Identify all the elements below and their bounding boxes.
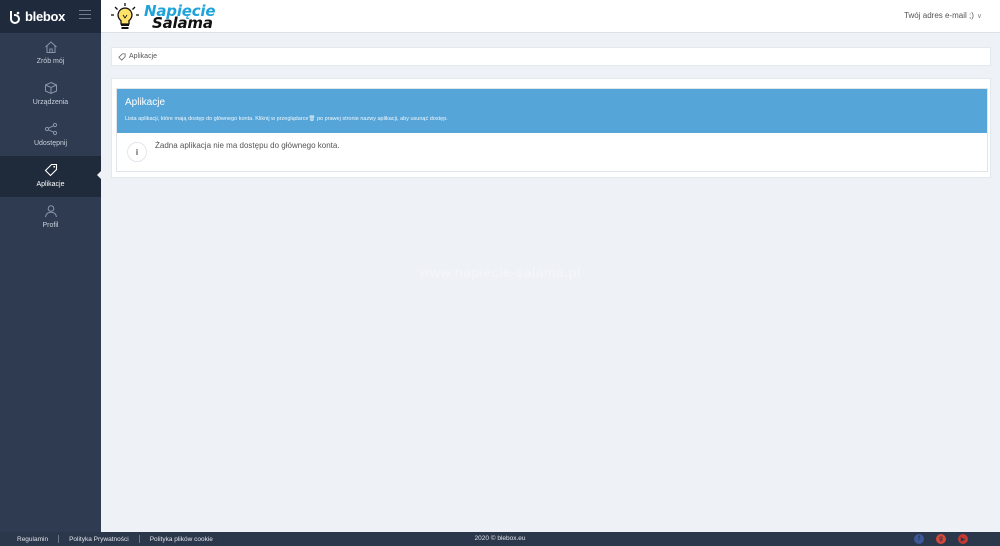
sidebar-item-label: Aplikacje <box>36 181 65 188</box>
footer-link-cookies[interactable]: Polityka plików cookie <box>150 536 213 543</box>
blebox-logo-icon <box>10 10 20 24</box>
home-icon <box>44 39 58 54</box>
footer-links: Regulamin Polityka Prywatności Polityka … <box>0 535 213 543</box>
sidebar-item-label: Udostępnij <box>33 140 68 147</box>
chevron-down-icon: ∨ <box>976 13 982 20</box>
menu-toggle-icon[interactable] <box>79 10 91 22</box>
blebox-logo[interactable]: blebox <box>0 9 65 24</box>
top-bar: blebox Napięcie Salama Twój adres e-mail <box>0 0 1000 33</box>
sidebar-item-label: Urządzenia <box>32 99 69 106</box>
logo-text-salama: Salama <box>152 14 213 32</box>
footer: Regulamin Polityka Prywatności Polityka … <box>0 532 1000 546</box>
brand-area: blebox <box>0 0 101 33</box>
applications-panel: Aplikacje Lista aplikacji, które mają do… <box>116 88 988 172</box>
lightbulb-icon <box>111 3 139 29</box>
napiecie-salama-logo: Napięcie Salama <box>110 2 216 32</box>
panel-header: Aplikacje Lista aplikacji, które mają do… <box>117 89 987 133</box>
panel-title: Aplikacje <box>125 97 166 108</box>
sidebar-item-urzadzenia[interactable]: Urządzenia <box>0 74 101 115</box>
google-plus-icon[interactable]: g <box>936 534 946 544</box>
panel-body: i Żadna aplikacja nie ma dostępu do głów… <box>117 133 987 171</box>
sidebar-item-zrob-moj[interactable]: Zrób mój <box>0 33 101 74</box>
sidebar-item-label: Zrób mój <box>36 58 65 65</box>
brand-name: blebox <box>25 9 66 24</box>
content-card: Aplikacje Lista aplikacji, które mają do… <box>111 78 991 178</box>
info-icon: i <box>127 142 147 162</box>
cube-icon <box>44 80 58 95</box>
panel-description: Lista aplikacji, które mają dostęp do gł… <box>125 116 448 122</box>
watermark: www.napiecie-salama.pl <box>419 264 581 280</box>
sidebar-item-profil[interactable]: Profil <box>0 197 101 238</box>
facebook-icon[interactable]: f <box>914 534 924 544</box>
sidebar-item-udostepnij[interactable]: Udostępnij <box>0 115 101 156</box>
breadcrumb-item[interactable]: Aplikacje <box>129 53 157 60</box>
social-links: f g ▶ <box>914 534 968 544</box>
breadcrumb: Aplikacje <box>111 47 991 66</box>
user-menu[interactable]: Twój adres e-mail ;) ∨ <box>904 11 982 20</box>
user-icon <box>44 203 58 218</box>
tag-icon <box>118 52 126 61</box>
empty-state-message: Żadna aplikacja nie ma dostępu do główne… <box>155 141 340 150</box>
footer-link-privacy[interactable]: Polityka Prywatności <box>69 536 129 543</box>
tag-icon <box>44 162 58 177</box>
share-icon <box>44 121 58 136</box>
footer-link-regulamin[interactable]: Regulamin <box>17 536 48 543</box>
footer-divider <box>138 535 140 543</box>
sidebar: Zrób mój Urządzenia Udostępnij Aplikacje… <box>0 33 102 532</box>
user-email-label: Twój adres e-mail ;) <box>904 11 974 20</box>
youtube-icon[interactable]: ▶ <box>958 534 968 544</box>
sidebar-item-label: Profil <box>42 222 59 229</box>
footer-divider <box>58 535 60 543</box>
sidebar-item-aplikacje[interactable]: Aplikacje <box>0 156 102 197</box>
